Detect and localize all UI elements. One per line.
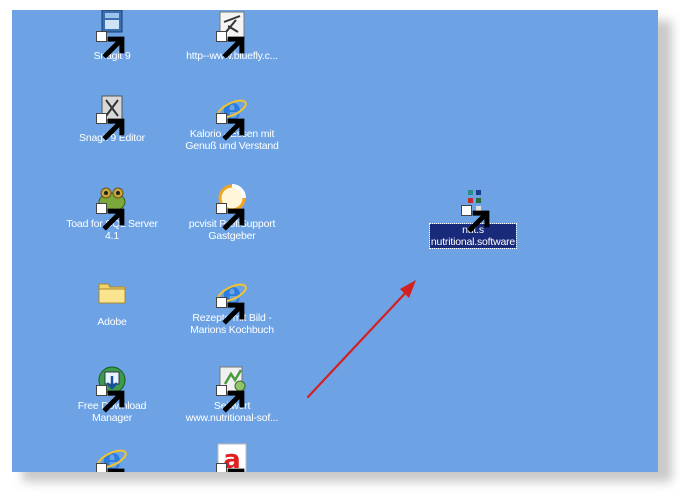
desktop-icon-rezepte[interactable]: e Rezepte mit Bild - Marions Kochbuch (182, 276, 282, 338)
nut-s-icon (461, 188, 490, 233)
snagit-icon (96, 10, 128, 59)
desktop-icon-free-download-manager[interactable]: Free Download Manager (62, 364, 162, 426)
desktop-icon-kalorio[interactable]: e Kalorio - Essen mit Genuß und Verstand (182, 92, 282, 154)
shortcut-arrow-icon (216, 203, 245, 231)
shortcut-arrow-icon (96, 385, 125, 413)
shortcut-arrow-icon (461, 205, 490, 233)
shortcut-arrow-icon (216, 297, 245, 325)
snagit-editor-icon (96, 92, 128, 141)
download-manager-icon (96, 364, 128, 413)
desktop-icon-seitwert[interactable]: Seitwert www.nutritional-sof... (182, 364, 282, 426)
internet-explorer-icon: e (216, 276, 248, 325)
toad-icon (96, 182, 128, 231)
desktop: Snagit 9 Snagit 9 Editor Toad for SQL Se… (12, 10, 658, 472)
desktop-icon-pcvisit[interactable]: pcvisit ProfiSupport Gastgeber (182, 182, 282, 244)
shortcut-arrow-icon (96, 463, 125, 472)
desktop-icon-ie-shortcut[interactable]: e (62, 442, 162, 472)
desktop-icon-red-a[interactable]: a (182, 442, 282, 472)
internet-explorer-icon: e (96, 442, 128, 472)
shortcut-arrow-icon (96, 31, 125, 59)
desktop-icon-bluefly-url[interactable]: http--www.bluefly.c... (182, 10, 282, 64)
internet-explorer-icon: e (216, 92, 248, 141)
icon-label: Adobe (97, 316, 127, 328)
folder-icon (96, 276, 128, 308)
desktop-icon-snagit-9[interactable]: Snagit 9 (62, 10, 162, 64)
desktop-icon-snagit-9-editor[interactable]: Snagit 9 Editor (62, 92, 162, 146)
shortcut-arrow-icon (216, 113, 245, 141)
url-shortcut-icon (216, 10, 248, 59)
desktop-icon-adobe[interactable]: Adobe (62, 276, 162, 330)
shortcut-arrow-icon (96, 113, 125, 141)
shortcut-arrow-icon (216, 31, 245, 59)
shortcut-arrow-icon (216, 385, 245, 413)
red-a-icon: a (216, 442, 248, 472)
shortcut-arrow-icon (216, 463, 245, 472)
seitwert-icon (216, 364, 248, 413)
desktop-icon-toad[interactable]: Toad for SQL Server 4.1 (62, 182, 162, 244)
pcvisit-icon (216, 182, 248, 231)
desktop-icon-nut-s-selected[interactable]: nut.s nutritional.software (423, 188, 523, 250)
shortcut-arrow-icon (96, 203, 125, 231)
